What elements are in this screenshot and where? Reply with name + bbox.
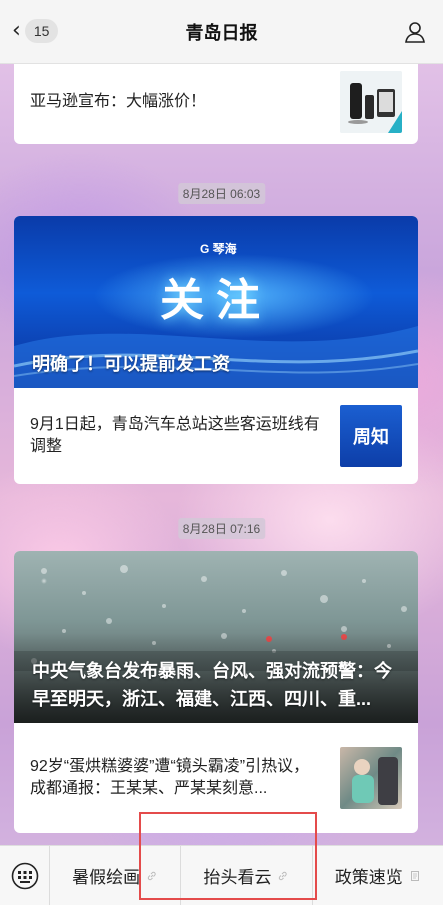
menu-item-label: 暑假绘画	[72, 868, 141, 887]
article-card-amazon[interactable]: 亚马逊宣布：大幅涨价！	[14, 60, 418, 144]
banner-brand: G 琴海	[200, 242, 237, 256]
article-thumbnail	[340, 71, 402, 133]
link-icon	[147, 871, 156, 880]
article-list-item[interactable]: 9月1日起，青岛汽车总站这些客运班线有调整 周知	[14, 388, 418, 484]
keyboard-toggle-button[interactable]	[0, 845, 50, 905]
banner-headline: 关注	[160, 276, 272, 325]
article-group-card-1: G 琴海 关注 明确了！可以提前发工资 9月1日起，青岛汽车总站这些客运班线有调…	[14, 216, 418, 484]
timestamp: 8月28日 06:03	[177, 183, 266, 204]
profile-icon[interactable]	[403, 20, 427, 44]
hero-article[interactable]: 中央气象台发布暴雨、台风、强对流预警：今早至明天，浙江、福建、江西、四川、重..…	[14, 551, 418, 723]
menu-item-label: 政策速览	[334, 868, 403, 887]
article-group-card-2: 中央气象台发布暴雨、台风、强对流预警：今早至明天，浙江、福建、江西、四川、重..…	[14, 551, 418, 833]
menu-item-policy-overview[interactable]: 政策速览	[313, 846, 443, 905]
back-button[interactable]: ‹ 15	[12, 18, 59, 43]
hero-article-title: 中央气象台发布暴雨、台风、强对流预警：今早至明天，浙江、福建、江西、四川、重..…	[32, 661, 392, 709]
menu-item-label: 抬头看云	[203, 868, 272, 887]
keyboard-icon	[11, 862, 38, 889]
chevron-left-icon: ‹	[12, 18, 21, 43]
unread-count-badge: 15	[24, 19, 59, 43]
page-title: 青岛日报	[185, 22, 258, 43]
article-title: 亚马逊宣布：大幅涨价！	[30, 93, 207, 110]
article-thumbnail	[340, 747, 402, 809]
top-nav-bar: ‹ 15 青岛日报	[0, 0, 443, 64]
article-list-item[interactable]: 92岁“蛋烘糕婆婆”遭“镜头霸凌”引热议，成都通报：王某某、严某某刻意...	[14, 723, 418, 833]
document-icon	[410, 870, 419, 881]
article-title: 9月1日起，青岛汽车总站这些客运班线有调整	[30, 416, 320, 455]
hero-article-title: 明确了！可以提前发工资	[32, 354, 230, 374]
timestamp: 8月28日 07:16	[177, 518, 266, 539]
hero-article[interactable]: G 琴海 关注 明确了！可以提前发工资	[14, 216, 418, 388]
menu-item-summer-painting[interactable]: 暑假绘画	[50, 845, 182, 905]
menu-item-look-at-clouds[interactable]: 抬头看云	[181, 845, 313, 905]
bottom-menu-bar: 暑假绘画 抬头看云 政策速览	[0, 845, 443, 905]
link-icon	[279, 871, 288, 880]
article-title: 92岁“蛋烘糕婆婆”遭“镜头霸凌”引热议，成都通报：王某某、严某某刻意...	[30, 758, 310, 797]
thumbnail-text: 周知	[353, 427, 389, 447]
article-thumbnail: 周知	[340, 405, 402, 467]
